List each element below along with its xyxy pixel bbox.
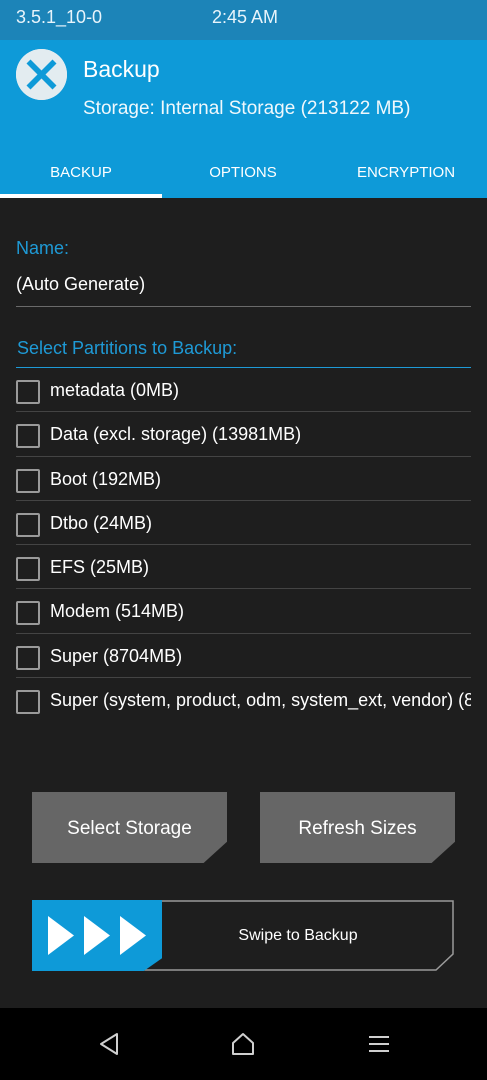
name-underline [16, 306, 471, 307]
back-icon[interactable] [95, 1030, 123, 1058]
tab-options[interactable]: OPTIONS [162, 150, 324, 198]
storage-info: Storage: Internal Storage (213122 MB) [83, 98, 411, 119]
checkbox[interactable] [16, 424, 40, 449]
checkbox[interactable] [16, 557, 40, 582]
clock: 2:45 AM [212, 7, 279, 27]
partitions-label: Select Partitions to Backup: [17, 338, 238, 358]
checkbox[interactable] [16, 645, 40, 670]
page-title: Backup [83, 56, 160, 82]
twrp-logo-icon [16, 49, 67, 100]
partition-row-data[interactable]: Data (excl. storage) (13981MB) [16, 412, 471, 457]
navigation-bar [0, 1008, 487, 1080]
name-label: Name: [16, 238, 70, 258]
partition-row-modem[interactable]: Modem (514MB) [16, 589, 471, 634]
status-bar: 3.5.1_10-0 2:45 AM [0, 0, 487, 40]
swipe-label: Swipe to Backup [238, 927, 358, 944]
partition-list: metadata (0MB) Data (excl. storage) (139… [16, 368, 471, 722]
partition-label: metadata (0MB) [50, 380, 180, 400]
checkbox[interactable] [16, 468, 40, 493]
tab-bar: BACKUP OPTIONS ENCRYPTION [0, 150, 487, 198]
version-text: 3.5.1_10-0 [16, 7, 103, 27]
menu-icon[interactable] [365, 1030, 393, 1058]
name-input[interactable]: (Auto Generate) [16, 274, 145, 295]
swipe-handle[interactable] [32, 900, 162, 971]
tab-backup[interactable]: BACKUP [0, 150, 162, 198]
partition-label: Dtbo (24MB) [50, 512, 153, 533]
partition-row-efs[interactable]: EFS (25MB) [16, 545, 471, 590]
refresh-sizes-button[interactable]: Refresh Sizes [260, 792, 455, 863]
triple-arrow-icon [48, 916, 146, 955]
partition-label: Super (8704MB) [50, 645, 183, 666]
partition-row-metadata[interactable]: metadata (0MB) [16, 368, 471, 413]
partition-row-boot[interactable]: Boot (192MB) [16, 457, 471, 501]
partition-row-dtbo[interactable]: Dtbo (24MB) [16, 501, 471, 546]
select-storage-button[interactable]: Select Storage [32, 792, 227, 863]
partition-label: Modem (514MB) [50, 601, 185, 622]
checkbox[interactable] [16, 380, 40, 404]
partition-label: EFS (25MB) [50, 557, 150, 578]
partition-row-super-logical[interactable]: Super (system, product, odm, system_ext,… [16, 678, 471, 722]
partition-label: Boot (192MB) [50, 468, 162, 489]
swipe-to-backup-slider[interactable]: Swipe to Backup [32, 900, 454, 971]
partition-row-super[interactable]: Super (8704MB) [16, 634, 471, 679]
checkbox[interactable] [16, 512, 40, 537]
partition-label: Super (system, product, odm, system_ext,… [50, 690, 471, 711]
tab-encryption[interactable]: ENCRYPTION [325, 150, 487, 198]
partition-label: Data (excl. storage) (13981MB) [50, 424, 302, 445]
checkbox[interactable] [16, 601, 40, 626]
checkbox[interactable] [16, 690, 40, 715]
home-icon[interactable] [229, 1030, 257, 1058]
tab-selected-indicator [0, 194, 162, 198]
